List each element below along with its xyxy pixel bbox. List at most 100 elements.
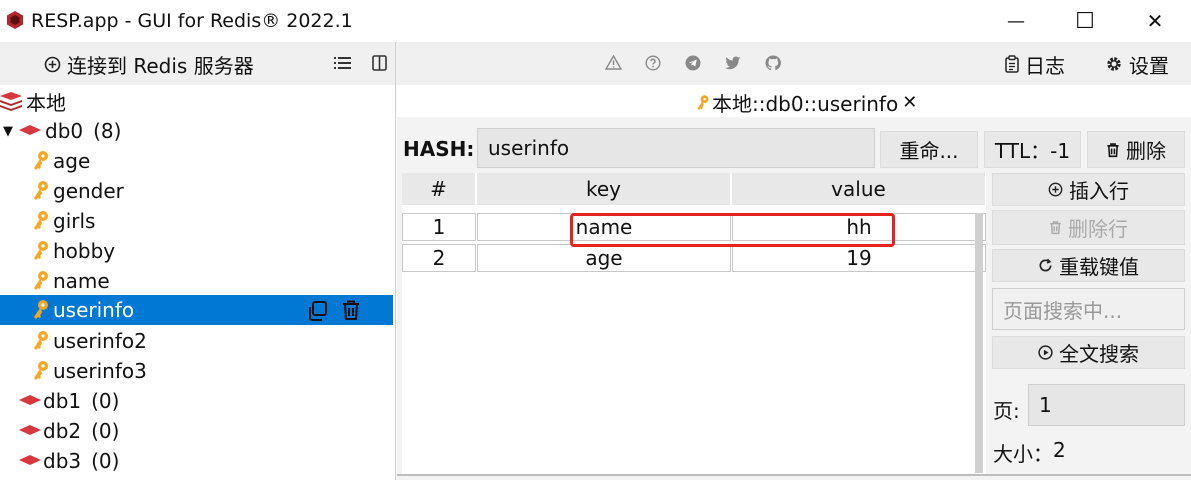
log-button[interactable]: 日志 <box>1005 50 1065 78</box>
play-circle-icon <box>1038 345 1053 360</box>
row-value[interactable]: 19 <box>732 244 986 272</box>
tree-key-userinfo3[interactable]: userinfo3 <box>0 356 393 386</box>
key-icon <box>34 181 48 200</box>
copy-icon[interactable] <box>306 300 328 322</box>
connect-server-button[interactable]: 连接到 Redis 服务器 <box>44 50 254 78</box>
split-panel-icon[interactable] <box>372 55 387 71</box>
github-icon[interactable] <box>765 55 781 71</box>
key-label: gender <box>53 179 124 203</box>
minimize-button[interactable]: — <box>986 0 1046 42</box>
close-window-button[interactable]: ✕ <box>1125 0 1185 42</box>
reload-label: 重载键值 <box>1059 255 1139 279</box>
key-icon <box>34 361 48 380</box>
key-name-field[interactable]: userinfo <box>477 128 875 168</box>
row-key[interactable]: age <box>477 244 731 272</box>
tree-key-age[interactable]: age <box>0 146 393 176</box>
gear-icon <box>1107 57 1121 71</box>
help-icon[interactable] <box>645 55 661 71</box>
key-icon <box>34 331 48 350</box>
page-label: 页: <box>993 399 1020 423</box>
key-label: age <box>53 149 91 173</box>
fulltext-search-button[interactable]: 全文搜索 <box>992 336 1185 369</box>
database-icon <box>19 425 41 435</box>
refresh-icon <box>1039 258 1052 272</box>
insert-row-button[interactable]: 插入行 <box>992 173 1185 206</box>
size-display: 大小： 2 <box>993 438 1066 467</box>
insert-row-label: 插入行 <box>1069 179 1129 203</box>
plus-circle-icon <box>44 56 61 72</box>
delete-label: 删除 <box>1126 139 1166 163</box>
settings-button[interactable]: 设置 <box>1105 50 1169 78</box>
column-header-key[interactable]: key <box>477 173 731 205</box>
tree-db3[interactable]: db3 (0) <box>0 446 393 476</box>
ttl-label: TTL：-1 <box>994 139 1071 163</box>
telegram-icon[interactable] <box>685 55 701 71</box>
rename-label: 重命... <box>899 139 959 163</box>
key-type-label: HASH: <box>403 137 475 161</box>
tree-key-hobby[interactable]: hobby <box>0 236 393 266</box>
database-icon <box>19 125 41 135</box>
tree-db0[interactable]: ▼ db0 (8) <box>0 116 393 146</box>
twitter-icon[interactable] <box>725 56 741 70</box>
size-label: 大小： <box>993 442 1053 466</box>
table-scrollbar[interactable] <box>975 213 983 473</box>
tree-key-userinfo[interactable]: userinfo <box>0 295 393 325</box>
tab-label: 本地::db0::userinfo <box>712 92 899 116</box>
db-name: db1 <box>43 389 82 413</box>
key-label: userinfo3 <box>53 359 147 383</box>
column-header-value[interactable]: value <box>732 173 986 205</box>
tree-key-gender[interactable]: gender <box>0 176 393 206</box>
db-name: db0 <box>45 119 84 143</box>
tab-close-icon[interactable]: ✕ <box>902 92 917 113</box>
window-title: RESP.app - GUI for Redis® 2022.1 <box>31 10 353 32</box>
key-label: userinfo <box>53 298 135 322</box>
key-label: hobby <box>53 239 116 263</box>
trash-icon[interactable] <box>341 299 361 321</box>
page-search-input[interactable]: 页面搜索中... <box>992 288 1185 330</box>
key-label: name <box>53 269 110 293</box>
trash-icon <box>1107 142 1119 157</box>
trash-icon <box>1050 221 1061 235</box>
tree-key-name[interactable]: name <box>0 266 393 296</box>
settings-label: 设置 <box>1129 53 1169 78</box>
rename-button[interactable]: 重命... <box>880 131 978 168</box>
tab-userinfo[interactable]: 本地::db0::userinfo ✕ <box>696 88 917 117</box>
row-index[interactable]: 2 <box>402 244 476 272</box>
delete-key-button[interactable]: 删除 <box>1087 131 1185 168</box>
key-icon <box>34 271 48 290</box>
db-count: (8) <box>93 119 122 143</box>
key-icon <box>34 151 48 170</box>
maximize-button[interactable]: ☐ <box>1055 0 1115 42</box>
column-header-index[interactable]: # <box>402 173 476 205</box>
delete-row-button[interactable]: 删除行 <box>992 210 1185 245</box>
tree-connection-local[interactable]: 本地 <box>0 86 393 116</box>
database-icon <box>19 395 41 405</box>
tree-key-girls[interactable]: girls <box>0 206 393 236</box>
highlight-box <box>570 213 895 247</box>
reload-button[interactable]: 重载键值 <box>992 249 1185 282</box>
clipboard-icon <box>1005 55 1019 73</box>
db-name: db3 <box>43 449 82 473</box>
log-label: 日志 <box>1025 53 1065 78</box>
server-stack-icon <box>0 92 22 111</box>
list-icon[interactable] <box>334 56 351 70</box>
database-icon <box>19 455 41 465</box>
tree-key-userinfo2[interactable]: userinfo2 <box>0 326 393 356</box>
page-number-input[interactable]: 1 <box>1028 384 1185 426</box>
row-index[interactable]: 1 <box>402 213 476 241</box>
bottom-divider <box>397 474 1191 476</box>
tree-db1[interactable]: db1 (0) <box>0 386 393 416</box>
minimize-icon: — <box>1007 10 1025 32</box>
tree-db2[interactable]: db2 (0) <box>0 416 393 446</box>
key-icon <box>34 211 48 230</box>
size-value: 2 <box>1053 438 1066 462</box>
ttl-button[interactable]: TTL：-1 <box>984 131 1081 168</box>
close-icon: ✕ <box>1146 9 1164 33</box>
expand-arrow-icon: ▼ <box>3 123 13 139</box>
warning-icon[interactable] <box>605 55 622 70</box>
connection-tree: 本地 ▼ db0 (8) age gender girls hobby name… <box>0 85 396 480</box>
maximize-icon: ☐ <box>1075 8 1095 34</box>
db-count: (0) <box>91 389 120 413</box>
fulltext-search-label: 全文搜索 <box>1059 342 1139 366</box>
key-label: girls <box>53 209 96 233</box>
